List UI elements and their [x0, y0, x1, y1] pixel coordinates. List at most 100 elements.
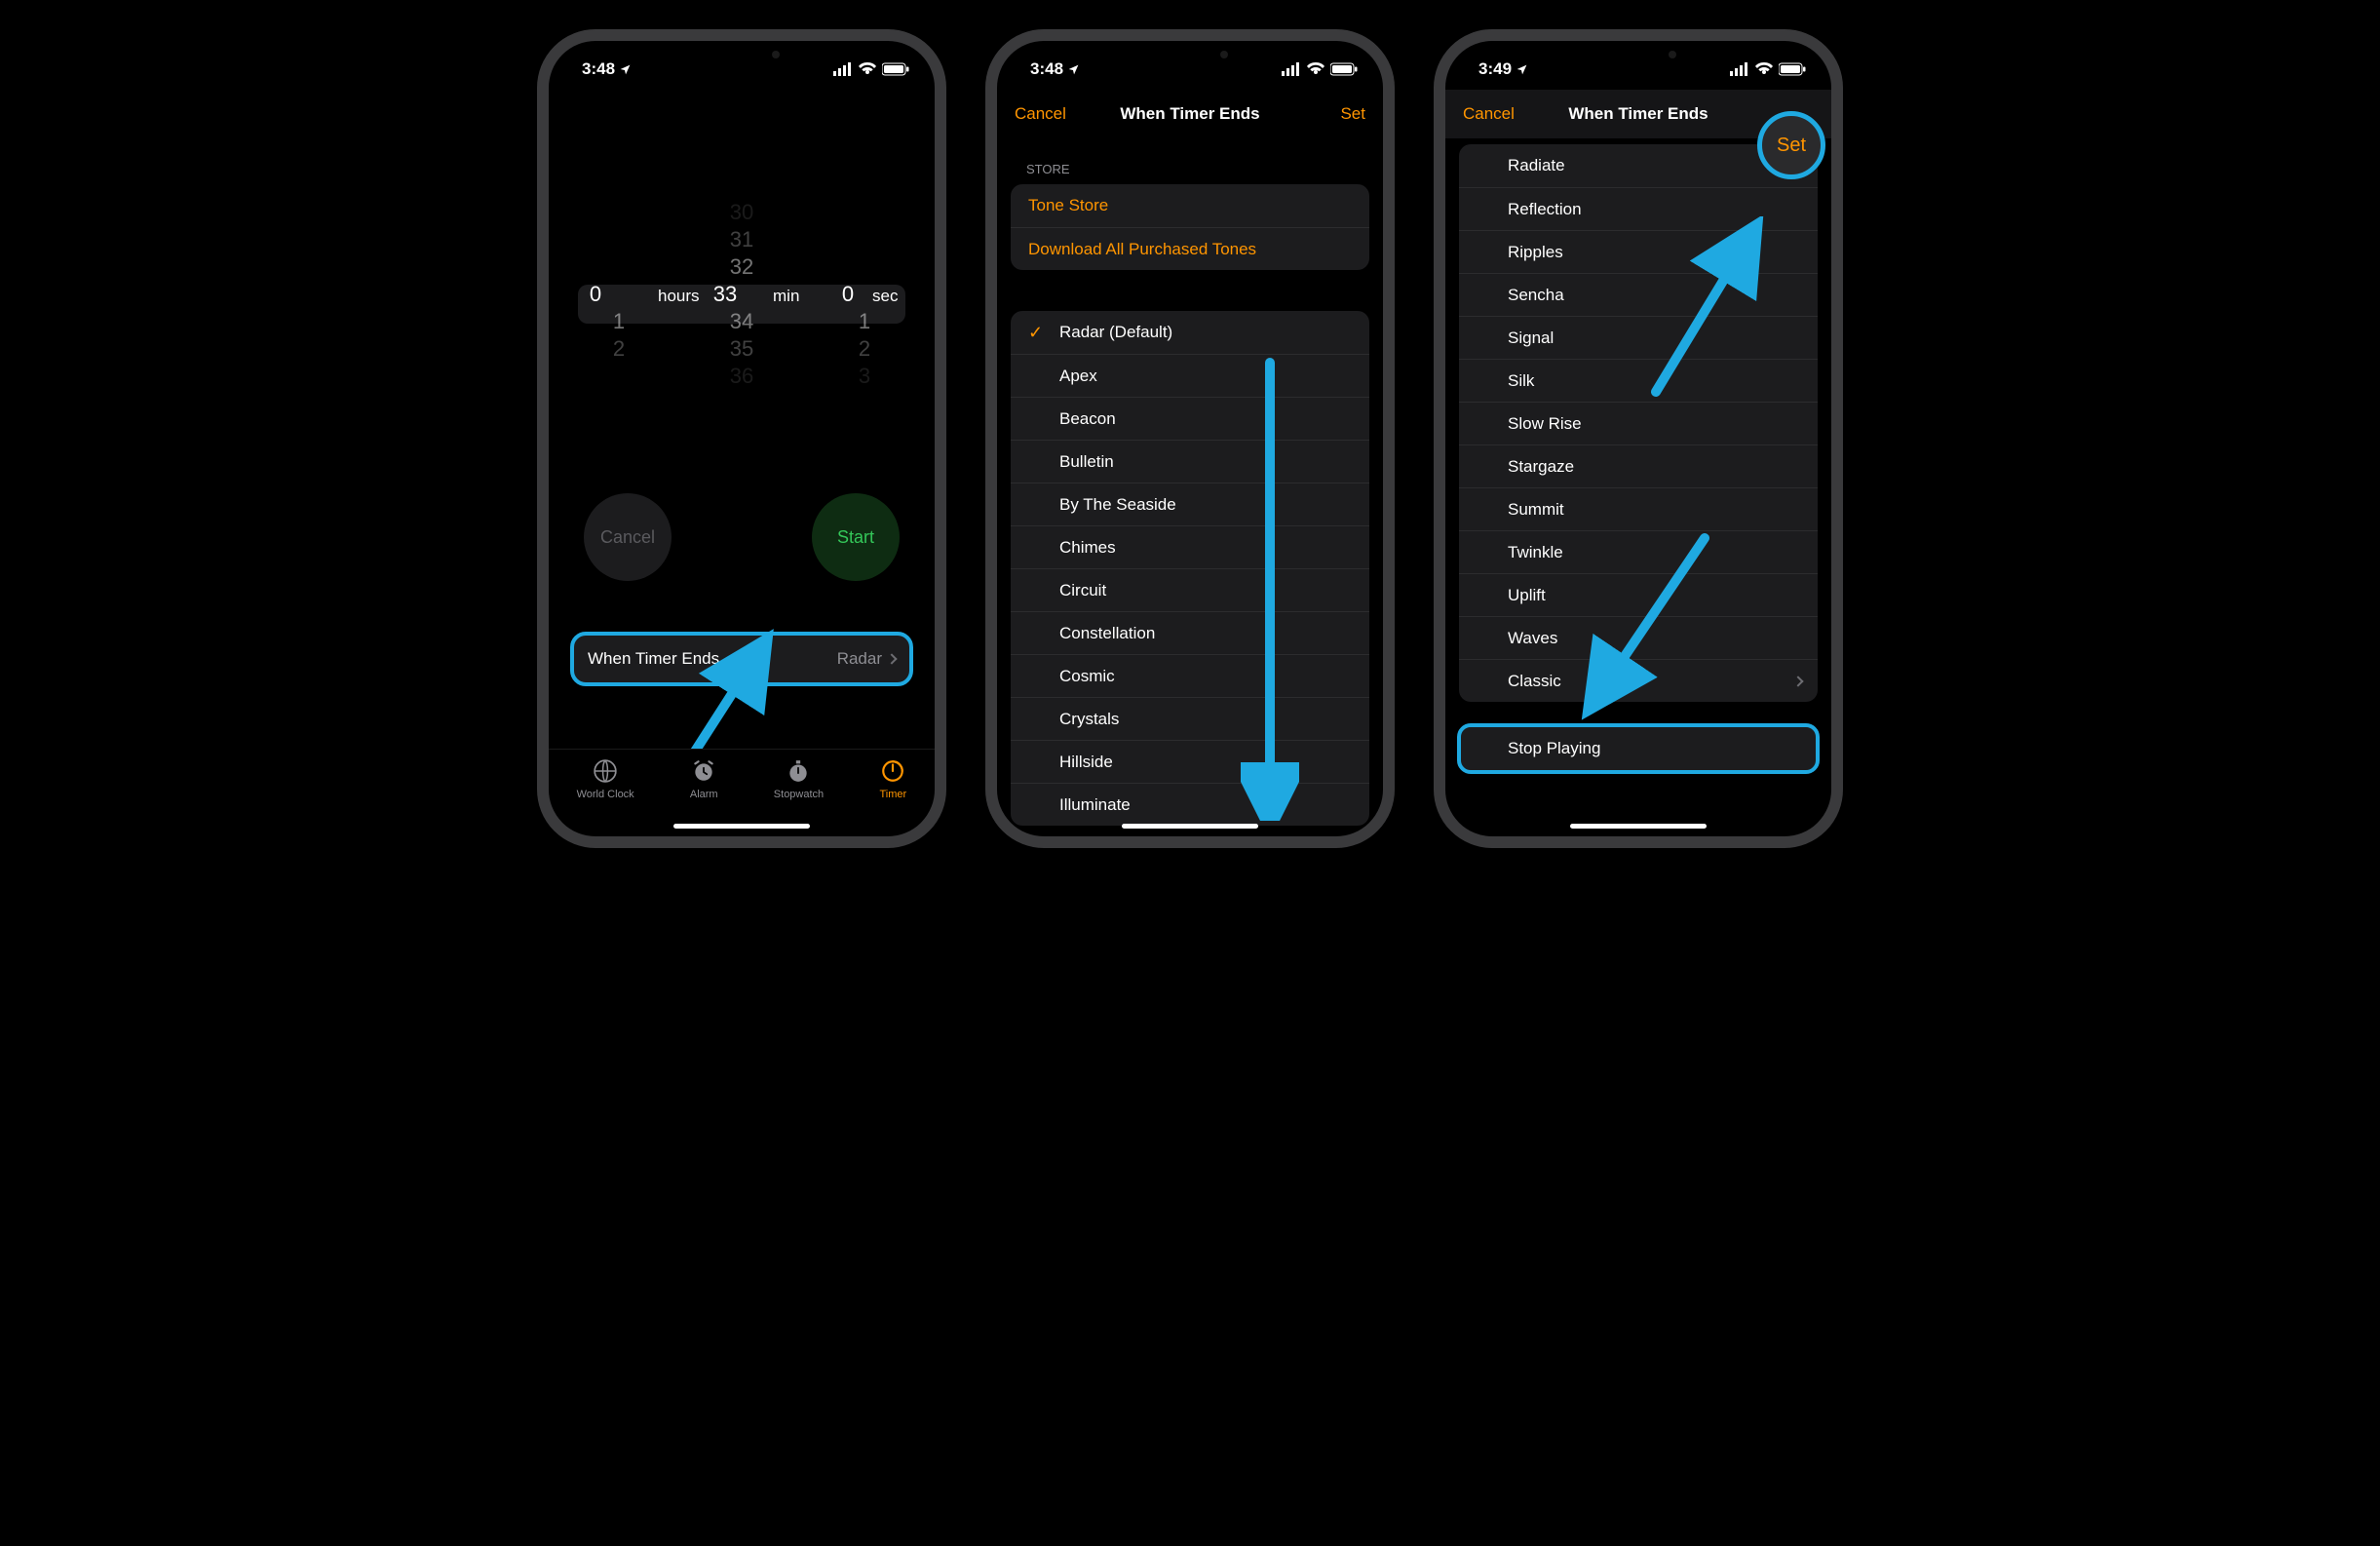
phone-timer: 3:48 hours min sec 0 1 2: [537, 29, 946, 848]
home-indicator[interactable]: [673, 824, 810, 829]
nav-bar: Cancel When Timer Ends Set: [997, 90, 1383, 138]
tone-row[interactable]: Apex: [1011, 354, 1369, 397]
nav-cancel[interactable]: Cancel: [1463, 104, 1541, 124]
nav-set[interactable]: Set: [1777, 135, 1806, 157]
tone-row[interactable]: Illuminate: [1011, 783, 1369, 826]
tab-timer[interactable]: Timer: [879, 757, 906, 800]
nav-title: When Timer Ends: [1568, 104, 1708, 124]
tone-row[interactable]: Stargaze: [1459, 444, 1818, 487]
tone-label: Hillside: [1059, 753, 1113, 772]
chevron-right-icon: [886, 653, 897, 664]
tone-row[interactable]: Sencha: [1459, 273, 1818, 316]
tone-label: Radiate: [1508, 156, 1565, 175]
picker-hours[interactable]: 0 1 2: [572, 199, 666, 390]
tone-label: Apex: [1059, 367, 1097, 386]
tone-label: Ripples: [1508, 243, 1563, 262]
wifi-icon: [859, 62, 876, 76]
store-group: Tone Store Download All Purchased Tones: [1011, 184, 1369, 270]
tone-label: Chimes: [1059, 538, 1116, 558]
wifi-icon: [1307, 62, 1324, 76]
tone-row[interactable]: By The Seaside: [1011, 483, 1369, 525]
tab-world-clock[interactable]: World Clock: [577, 757, 634, 800]
tone-store-link[interactable]: Tone Store: [1011, 184, 1369, 227]
store-header: STORE: [997, 138, 1383, 184]
tone-row[interactable]: Circuit: [1011, 568, 1369, 611]
status-time: 3:49: [1478, 59, 1512, 79]
location-icon: [619, 63, 632, 76]
tone-label: Constellation: [1059, 624, 1155, 643]
tone-row[interactable]: Chimes: [1011, 525, 1369, 568]
stopwatch-icon: [785, 757, 812, 785]
wte-label: When Timer Ends: [588, 649, 719, 669]
status-time: 3:48: [1030, 59, 1063, 79]
battery-icon: [1779, 62, 1806, 76]
picker-minutes[interactable]: 30 31 32 33 34 35 36: [695, 199, 788, 390]
tone-label: Reflection: [1508, 200, 1582, 219]
tone-row[interactable]: Crystals: [1011, 697, 1369, 740]
notch: [1565, 41, 1711, 68]
tones-group: Radiate Reflection Ripples Sencha Signal Silk…: [1459, 144, 1818, 702]
tone-label: Crystals: [1059, 710, 1119, 729]
cell-signal-icon: [1282, 62, 1301, 76]
tone-label: Signal: [1508, 329, 1554, 348]
wte-value: Radar: [837, 649, 882, 669]
tone-row[interactable]: ✓Radar (Default): [1011, 311, 1369, 354]
picker-seconds[interactable]: 0 1 2 3: [818, 199, 911, 390]
tone-label: Uplift: [1508, 586, 1546, 605]
tone-row[interactable]: Ripples: [1459, 230, 1818, 273]
tone-row[interactable]: Twinkle: [1459, 530, 1818, 573]
tone-label: Twinkle: [1508, 543, 1563, 562]
tone-row[interactable]: Uplift: [1459, 573, 1818, 616]
phone-tone-list-top: 3:48 Cancel When Timer Ends Set STORE To…: [985, 29, 1395, 848]
tone-label: Cosmic: [1059, 667, 1115, 686]
battery-icon: [1330, 62, 1358, 76]
tone-label: Bulletin: [1059, 452, 1114, 472]
tone-label: Slow Rise: [1508, 414, 1582, 434]
start-button[interactable]: Start: [812, 493, 900, 581]
nav-cancel[interactable]: Cancel: [1015, 104, 1093, 124]
globe-icon: [592, 757, 619, 785]
timer-icon: [879, 757, 906, 785]
tone-row[interactable]: Waves: [1459, 616, 1818, 659]
classic-row[interactable]: Classic: [1459, 659, 1818, 702]
tone-row[interactable]: Slow Rise: [1459, 402, 1818, 444]
alarm-icon: [690, 757, 717, 785]
tone-row[interactable]: Summit: [1459, 487, 1818, 530]
location-icon: [1067, 63, 1080, 76]
stop-playing-row[interactable]: Stop Playing: [1459, 727, 1818, 770]
tone-label: Summit: [1508, 500, 1564, 520]
checkmark-icon: ✓: [1028, 323, 1043, 343]
time-picker[interactable]: 0 1 2 30 31 32 33 34 35 36 0: [549, 199, 935, 390]
tone-label: Stargaze: [1508, 457, 1574, 477]
download-tones-link[interactable]: Download All Purchased Tones: [1011, 227, 1369, 270]
location-icon: [1516, 63, 1528, 76]
tab-alarm[interactable]: Alarm: [690, 757, 718, 800]
tone-row[interactable]: Hillside: [1011, 740, 1369, 783]
when-timer-ends-row[interactable]: When Timer Ends Radar: [572, 634, 911, 684]
cell-signal-icon: [833, 62, 853, 76]
cancel-button[interactable]: Cancel: [584, 493, 672, 581]
battery-icon: [882, 62, 909, 76]
chevron-right-icon: [1792, 676, 1803, 686]
set-button-highlight[interactable]: Set: [1757, 111, 1825, 179]
tone-row[interactable]: Bulletin: [1011, 440, 1369, 483]
cell-signal-icon: [1730, 62, 1749, 76]
tone-label: Silk: [1508, 371, 1534, 391]
tone-row[interactable]: Cosmic: [1011, 654, 1369, 697]
tone-label: Classic: [1508, 672, 1561, 691]
tone-label: Sencha: [1508, 286, 1564, 305]
tone-label: Circuit: [1059, 581, 1106, 600]
tone-row[interactable]: Reflection: [1459, 187, 1818, 230]
tab-stopwatch[interactable]: Stopwatch: [774, 757, 824, 800]
home-indicator[interactable]: [1570, 824, 1707, 829]
nav-title: When Timer Ends: [1120, 104, 1259, 124]
home-indicator[interactable]: [1122, 824, 1258, 829]
tone-row[interactable]: Beacon: [1011, 397, 1369, 440]
tone-row[interactable]: Signal: [1459, 316, 1818, 359]
tone-label: Illuminate: [1059, 795, 1131, 815]
wifi-icon: [1755, 62, 1773, 76]
tone-row[interactable]: Constellation: [1011, 611, 1369, 654]
nav-set[interactable]: Set: [1287, 104, 1365, 124]
phone-tone-list-bottom: 3:49 Cancel When Timer Ends Set RadiateR…: [1434, 29, 1843, 848]
tone-row[interactable]: Silk: [1459, 359, 1818, 402]
